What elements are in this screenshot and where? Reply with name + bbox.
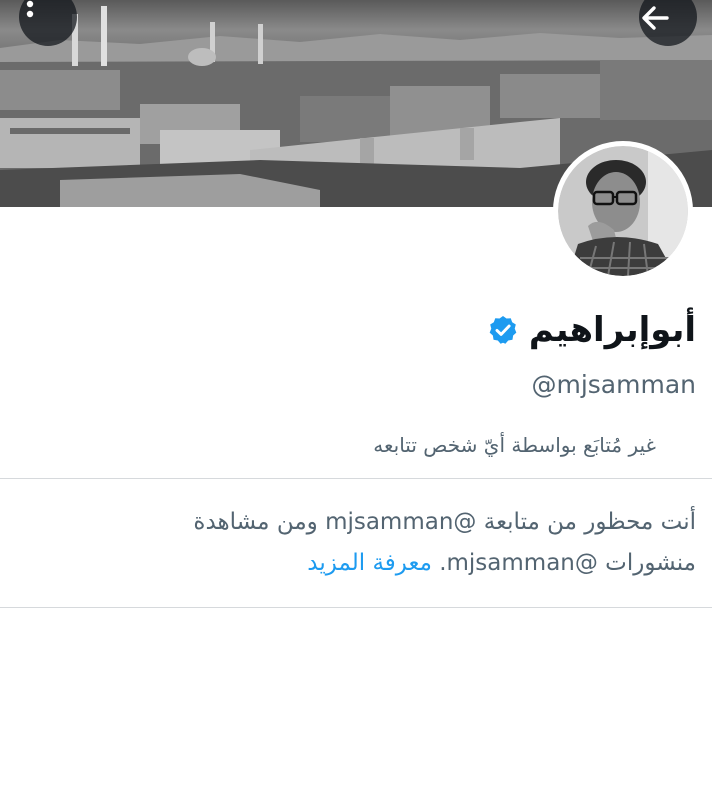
blocked-notice: أنت محظور من متابعة @mjsamman ومن مشاهدة… — [96, 502, 696, 584]
profile-name-row: أبوإبراهيم — [487, 310, 696, 350]
divider — [0, 607, 712, 608]
more-vertical-icon — [26, 0, 34, 18]
learn-more-link[interactable]: معرفة المزيد — [307, 550, 432, 576]
avatar-photo — [558, 146, 688, 276]
blocked-notice-text: أنت محظور من متابعة @mjsamman ومن مشاهدة… — [193, 509, 696, 576]
display-name: أبوإبراهيم — [528, 310, 696, 350]
divider — [0, 478, 712, 479]
followers-you-know-note[interactable]: غير مُتابَع بواسطة أيّ شخص تتابعه — [373, 433, 656, 457]
profile-handle: @mjsamman — [531, 370, 696, 399]
profile-avatar[interactable] — [553, 141, 693, 281]
arrow-left-icon — [642, 6, 669, 30]
verified-badge-icon[interactable] — [487, 314, 519, 346]
